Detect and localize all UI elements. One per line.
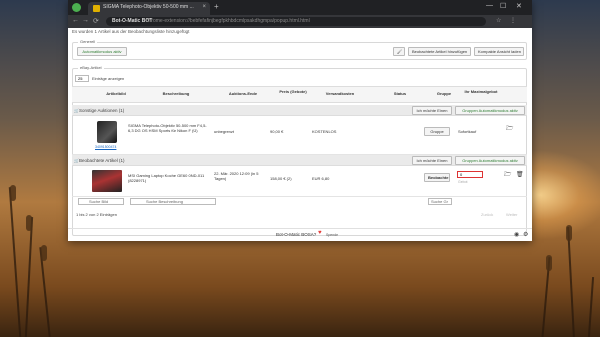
grass-stalk — [587, 277, 595, 337]
group-label: Beobachtete Artikel (1) — [79, 158, 125, 163]
grass-head — [566, 225, 572, 241]
star-icon[interactable]: ☆ — [496, 17, 501, 24]
forward-icon[interactable]: → — [82, 17, 89, 24]
grass-head — [26, 215, 32, 231]
url-field[interactable]: Bot-O-Matic BOT chrome-extension://bebfe… — [106, 17, 486, 26]
group-snipe-button[interactable]: Ich möchte Einen — [412, 156, 452, 165]
item-image[interactable] — [97, 121, 117, 143]
search-group-input[interactable]: Suche Gr — [428, 198, 452, 205]
group-auto-button[interactable]: Gruppen Automatikmodus aktiv — [455, 156, 525, 165]
donate-link[interactable]: Spende — [326, 233, 338, 237]
address-bar-row: ← → ⟳ Bot-O-Matic BOT chrome-extension:/… — [68, 15, 532, 28]
search-description-input[interactable]: Suche Beschreibung — [130, 198, 216, 205]
item-shipping: EUR 6,80 — [312, 176, 330, 181]
col-description[interactable]: Beschreibung — [144, 91, 208, 96]
group-label: Sonstige Auktionen (1) — [79, 108, 125, 113]
item-image-caption[interactable]: 34091500474 — [95, 145, 116, 150]
next-page-button[interactable]: Weiter — [506, 212, 517, 217]
group-header-watched[interactable]: 🛒 Beobachtete Artikel (1) Ich möchte Ein… — [72, 155, 527, 166]
general-legend: Generell — [78, 39, 98, 44]
item-price: 158,00 € (2) — [270, 176, 292, 181]
col-image[interactable]: Artikelbild — [92, 91, 140, 96]
item-group-select[interactable]: Gruppe — [424, 127, 450, 136]
reload-icon[interactable]: ⟳ — [93, 17, 99, 25]
table-info: 1 bis 2 von 2 Einträgen — [76, 212, 117, 217]
tab-close-icon[interactable]: × — [202, 4, 206, 10]
prev-page-button[interactable]: Zurück — [481, 212, 493, 217]
grass-head — [546, 255, 552, 271]
page-size-select[interactable]: 25 — [75, 75, 89, 82]
ebay-legend: eBay-Artikel — [78, 65, 104, 70]
item-price: 90,00 € — [270, 129, 284, 134]
col-auction-end[interactable]: Auktions-Ende — [212, 91, 274, 96]
table-row[interactable]: 34091500474 SIGMA Telephoto-Objektiv 50-… — [72, 117, 527, 155]
add-watched-button[interactable]: Beobachtete Artikel hinzufügen — [408, 47, 471, 56]
browser-tab[interactable]: SIGMA Telephoto-Objektiv 50-500 mm ... × — [88, 2, 210, 15]
back-icon[interactable]: ← — [72, 17, 79, 24]
grass-stalk — [24, 217, 34, 337]
menu-icon[interactable]: ⋮ — [510, 17, 516, 24]
close-window-icon[interactable]: ✕ — [516, 2, 522, 10]
minimize-icon[interactable]: — — [486, 2, 493, 9]
github-icon[interactable]: ◉ — [514, 231, 519, 238]
item-shipping: KOSTENLOS — [312, 129, 337, 134]
group-auto-button[interactable]: Gruppen Automatikmodus aktiv — [455, 106, 525, 115]
heart-icon: ♥ — [318, 230, 322, 236]
auto-mode-button[interactable]: Automatikmodus aktiv — [77, 47, 127, 56]
tab-bar: SIGMA Telephoto-Objektiv 50-500 mm ... ×… — [68, 0, 532, 15]
settings-icon[interactable]: ⚙ — [523, 231, 528, 238]
folder-icon[interactable]: 🗁 — [506, 126, 513, 132]
search-image-input[interactable]: Suche Bild — [78, 198, 124, 205]
table-row[interactable]: MSI Gaming Laptop Koche GE60 0ND-011 (82… — [72, 167, 527, 197]
max-bid-note: Gebot — [458, 180, 468, 184]
folder-icon[interactable]: 🗁 — [504, 172, 511, 178]
col-price[interactable]: Preis (Gebote) — [276, 89, 310, 94]
item-auction-end: 22. Mär. 2020 12:09 (in 5 Tagen) — [214, 171, 259, 181]
item-auction-end: unbegrenzt — [214, 129, 235, 134]
max-bid-input[interactable]: 0 — [457, 171, 483, 178]
compact-view-button[interactable]: Kompakte Ansicht laden — [474, 47, 524, 56]
tab-favicon-icon — [93, 5, 100, 12]
table-header: Artikelbild Beschreibung Auktions-Ende P… — [72, 86, 527, 103]
info-notice: Es wurden 1 Artikel aus der Beobachtungs… — [72, 29, 190, 34]
general-panel: Generell Automatikmodus aktiv 🖌 Beobacht… — [72, 39, 527, 60]
col-shipping[interactable]: Versandkosten — [312, 91, 368, 96]
col-group[interactable]: Gruppe — [432, 91, 456, 96]
grass-stalk — [8, 187, 22, 337]
item-description[interactable]: SIGMA Telephoto-Objektiv 50-500 mm F4,5-… — [128, 123, 208, 133]
tab-title: SIGMA Telephoto-Objektiv 50-500 mm ... — [103, 4, 194, 10]
grass-head — [10, 185, 16, 201]
brush-icon[interactable]: 🖌 — [393, 47, 405, 56]
item-group-select[interactable]: Beobachte — [424, 173, 450, 182]
app-icon — [72, 3, 81, 12]
footer-text: Bot-O-Matic BOSA? — [276, 232, 317, 237]
url-path: chrome-extension://bebfefafinjbegfpkhbdc… — [146, 18, 310, 24]
group-snipe-button[interactable]: Ich möchte Einen — [412, 106, 452, 115]
group-header-other[interactable]: 🛒 Sonstige Auktionen (1) Ich möchte Eine… — [72, 105, 527, 116]
page-size-label: Einträge anzeigen — [92, 76, 125, 81]
maximize-icon[interactable]: ☐ — [500, 2, 506, 10]
new-tab-button[interactable]: + — [214, 2, 219, 11]
grass-stalk — [567, 227, 575, 337]
item-bid-note: Sofortkauf — [458, 129, 477, 134]
footer-divider — [68, 228, 532, 229]
col-status[interactable]: Status — [370, 91, 430, 96]
item-description[interactable]: MSI Gaming Laptop Koche GE60 0ND-011 (82… — [128, 173, 208, 183]
col-max-bid[interactable]: Ihr Maximalgebot — [460, 89, 502, 94]
trash-icon[interactable]: 🗑 — [516, 172, 524, 178]
browser-window: SIGMA Telephoto-Objektiv 50-500 mm ... ×… — [68, 0, 532, 241]
item-image[interactable] — [92, 170, 122, 192]
page-content: Es wurden 1 Artikel aus der Beobachtungs… — [68, 28, 532, 241]
grass-head — [41, 245, 47, 261]
